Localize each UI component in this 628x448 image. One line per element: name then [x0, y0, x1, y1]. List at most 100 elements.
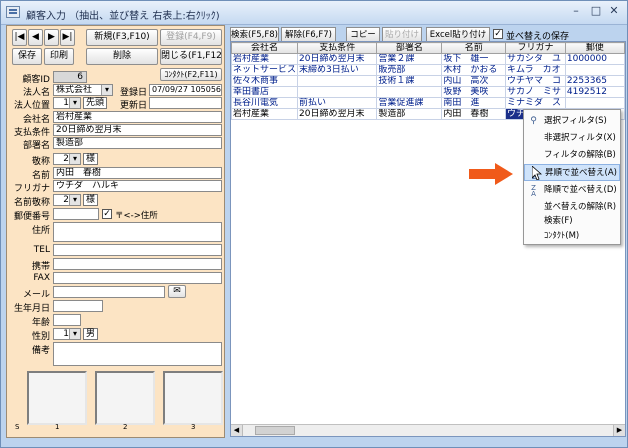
menu-item-select-filter[interactable]: ⚲ 選択フィルタ(S)	[524, 113, 620, 130]
table-cell[interactable]: 4192512	[564, 86, 625, 98]
tel-field[interactable]	[53, 244, 222, 256]
table-cell[interactable]: 営業促進課	[376, 97, 443, 109]
scroll-thumb[interactable]	[255, 426, 295, 435]
table-row[interactable]: 幸田書店 坂野 美咲 サカノ ミサ 4192512	[231, 86, 625, 98]
filter-icon: ⚲	[530, 116, 537, 126]
table-cell[interactable]: 幸田書店	[231, 86, 299, 98]
col-header-name[interactable]: 名前	[441, 42, 507, 54]
zip-field[interactable]	[53, 208, 99, 220]
menu-item-sort-descending[interactable]: ZA 降順で並べ替え(D)	[524, 182, 620, 199]
corp-pos-tag: 先頭	[83, 97, 108, 109]
save-button[interactable]: 保存	[12, 48, 42, 65]
name-field[interactable]: 内田 春樹	[53, 167, 222, 179]
table-cell[interactable]	[564, 97, 625, 109]
table-cell[interactable]: 坂下 雄一	[441, 53, 507, 65]
table-cell[interactable]: ネットサービス	[231, 64, 299, 76]
photo-slot-1[interactable]	[27, 371, 87, 425]
update-label: 更新日	[119, 101, 147, 111]
note-field[interactable]	[53, 342, 222, 366]
table-cell[interactable]: 内田 春樹	[441, 108, 507, 120]
table-cell[interactable]: 販売部	[376, 64, 443, 76]
horizontal-scrollbar[interactable]: ◀ ▶	[231, 424, 625, 436]
photo-slot-2[interactable]	[95, 371, 155, 425]
table-cell[interactable]: 木村 かおる	[441, 64, 507, 76]
payment-field[interactable]: 20日締め翌月末	[53, 124, 222, 136]
col-header-dept[interactable]: 部署名	[376, 42, 443, 54]
col-header-payment[interactable]: 支払条件	[297, 42, 378, 54]
table-cell[interactable]: サカシタ ユ	[505, 53, 566, 65]
table-cell[interactable]: 佐々木商事	[231, 75, 299, 87]
table-cell[interactable]: 営業２課	[376, 53, 443, 65]
menu-item-clear-filter[interactable]: フィルタの解除(B)	[524, 147, 620, 164]
last-record-button[interactable]: ▶|	[60, 29, 75, 46]
table-cell[interactable]: ミナミダ ス	[505, 97, 566, 109]
table-cell[interactable]: 末締め3日払い	[297, 64, 378, 76]
dept-field[interactable]: 製造部	[53, 137, 222, 149]
table-cell[interactable]: 1000000	[564, 53, 625, 65]
corp-name-select[interactable]: 株式会社	[53, 84, 113, 96]
furigana-field[interactable]: ウチダ ハルキ	[53, 180, 222, 192]
birth-label: 生年月日	[13, 304, 50, 314]
table-cell[interactable]: 南田 進	[441, 97, 507, 109]
honor-select[interactable]: 2	[53, 153, 81, 165]
birth-field[interactable]	[53, 300, 103, 312]
table-cell[interactable]: ウチヤマ コ	[505, 75, 566, 87]
table-cell[interactable]: 技術１課	[376, 75, 443, 87]
fax-label: FAX	[33, 273, 50, 283]
keep-sort-checkbox[interactable]: ✓	[493, 29, 503, 39]
col-header-company[interactable]: 会社名	[231, 42, 299, 54]
next-record-button[interactable]: ▶	[44, 29, 59, 46]
address-field[interactable]	[53, 222, 222, 242]
table-cell[interactable]	[297, 75, 378, 87]
close-icon[interactable]: ✕	[607, 5, 621, 18]
contact-button[interactable]: ｺﾝﾀｸﾄ(F2,F11)	[160, 68, 222, 81]
corp-pos-select[interactable]: 1	[53, 97, 81, 109]
table-cell[interactable]: 20日締め翌月末	[297, 108, 378, 120]
table-cell[interactable]: 坂野 美咲	[441, 86, 507, 98]
menu-item-label: 非選択フィルタ(X)	[544, 133, 616, 143]
table-row[interactable]: 長谷川電気 前払い 営業促進課 南田 進 ミナミダ ス	[231, 97, 625, 109]
table-row[interactable]: 岩村産業 20日締め翌月末 営業２課 坂下 雄一 サカシタ ユ 1000000	[231, 53, 625, 65]
prev-record-button[interactable]: ◀	[28, 29, 43, 46]
name-honor-select[interactable]: 2	[53, 194, 81, 206]
mobile-field[interactable]	[53, 258, 222, 270]
delete-button[interactable]: 削除	[86, 48, 158, 65]
register-button[interactable]: 登録(F4,F9)	[160, 29, 222, 46]
new-button[interactable]: 新規(F3,F10)	[86, 29, 158, 46]
menu-item-exclude-filter[interactable]: 非選択フィルタ(X)	[524, 130, 620, 147]
table-cell[interactable]: サカノ ミサ	[505, 86, 566, 98]
scroll-right-icon[interactable]: ▶	[613, 425, 625, 436]
table-cell[interactable]: 長谷川電気	[231, 97, 299, 109]
print-button[interactable]: 印刷	[44, 48, 74, 65]
table-cell[interactable]	[297, 86, 378, 98]
table-cell[interactable]	[376, 86, 443, 98]
table-cell[interactable]	[564, 64, 625, 76]
mail-field[interactable]	[53, 286, 165, 298]
col-header-zip[interactable]: 郵便	[564, 42, 625, 54]
zip-address-label: 〒<->住所	[115, 211, 158, 221]
zip-address-checkbox[interactable]: ✓	[102, 209, 112, 219]
minimize-icon[interactable]: –	[569, 5, 583, 18]
gender-label: 性別	[31, 332, 50, 342]
table-cell[interactable]: 前払い	[297, 97, 378, 109]
gender-select[interactable]: 1	[53, 328, 81, 340]
table-cell[interactable]: 製造部	[376, 108, 443, 120]
table-cell[interactable]: 内山 高次	[441, 75, 507, 87]
maximize-icon[interactable]: □	[589, 5, 603, 18]
menu-item-contact[interactable]: ｺﾝﾀｸﾄ(M)	[524, 228, 620, 245]
first-record-button[interactable]: |◀	[12, 29, 27, 46]
scroll-left-icon[interactable]: ◀	[231, 425, 243, 436]
photo-slot-3[interactable]	[163, 371, 223, 425]
table-cell[interactable]: 20日締め翌月末	[297, 53, 378, 65]
fax-field[interactable]	[53, 272, 222, 284]
col-header-furigana[interactable]: フリガナ	[505, 42, 566, 54]
table-cell[interactable]: 岩村産業	[231, 53, 299, 65]
table-row[interactable]: ネットサービス 末締め3日払い 販売部 木村 かおる キムラ カオ	[231, 64, 625, 76]
table-cell[interactable]: キムラ カオ	[505, 64, 566, 76]
table-cell[interactable]: 岩村産業	[231, 108, 299, 120]
close-form-button[interactable]: 閉じる(F1,F12)	[160, 48, 222, 65]
company-field[interactable]: 岩村産業	[53, 111, 222, 123]
table-cell[interactable]: 2253365	[564, 75, 625, 87]
table-row[interactable]: 佐々木商事 技術１課 内山 高次 ウチヤマ コ 2253365	[231, 75, 625, 87]
mail-send-button[interactable]: ✉	[168, 285, 186, 298]
